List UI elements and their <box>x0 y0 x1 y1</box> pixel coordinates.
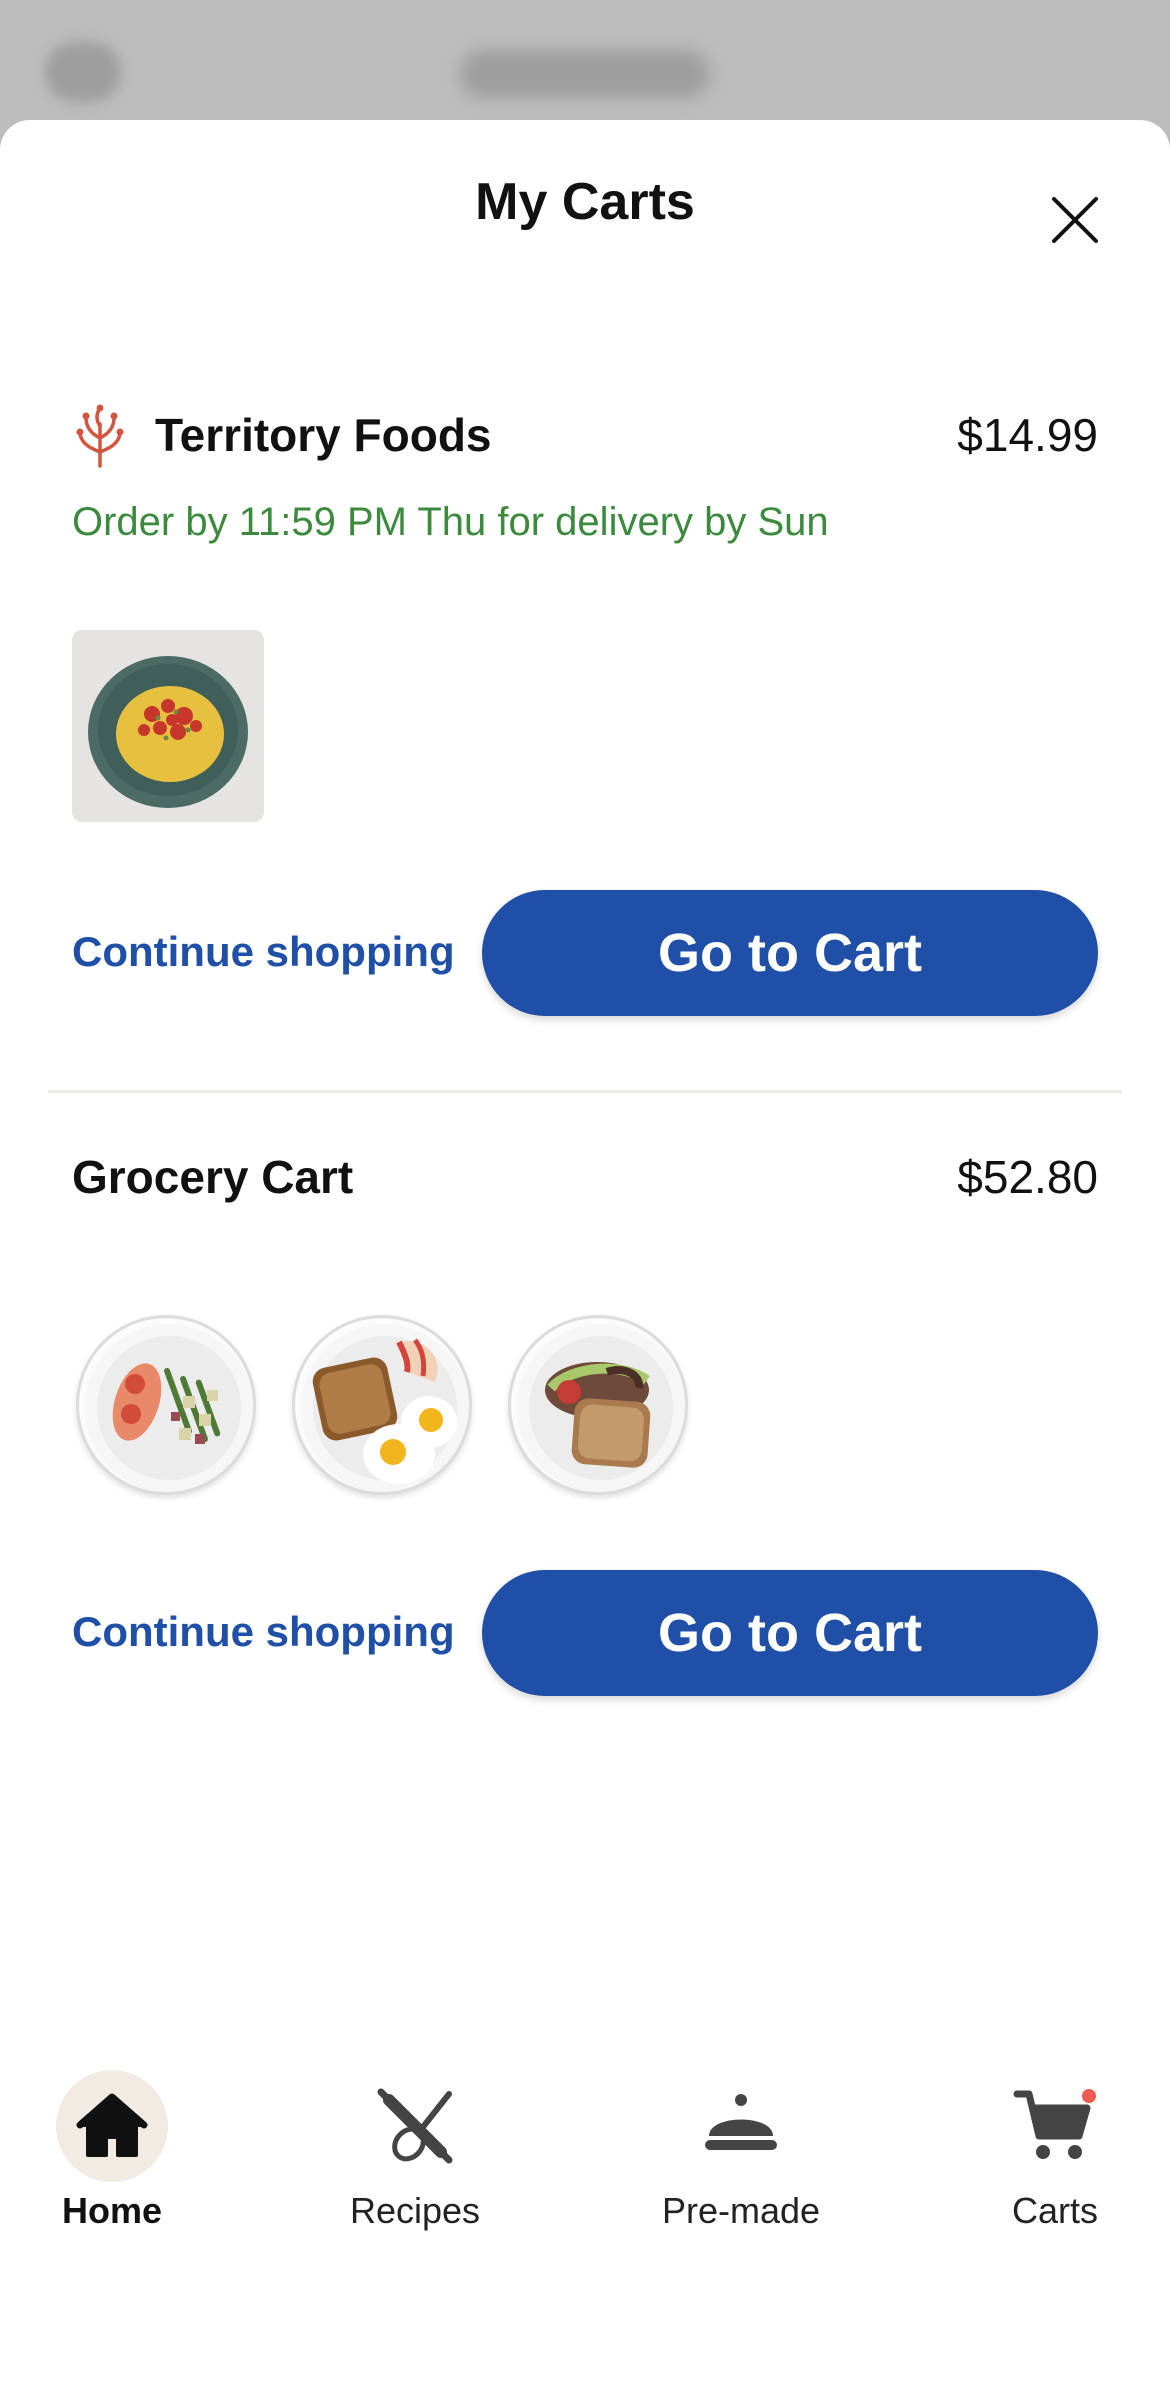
nav-label: Home <box>61 2190 163 2231</box>
cart-grocery: Grocery Cart $52.80 Continue shopping Go… <box>0 1150 1170 1696</box>
toast-eggs-apple-plate-image <box>301 1324 469 1492</box>
home-icon <box>76 2093 148 2157</box>
product-thumbnail[interactable] <box>292 1315 472 1495</box>
nav-label: Pre-made <box>661 2190 821 2231</box>
cart-total: $14.99 <box>957 409 1098 461</box>
nav-icon-container <box>999 2070 1111 2182</box>
nav-item-carts[interactable]: Carts <box>945 2070 1165 2240</box>
territory-foods-logo-icon <box>76 404 124 468</box>
sandwich-plate-image <box>517 1324 685 1492</box>
nav-item-recipes[interactable]: Recipes <box>305 2070 525 2240</box>
cart-header: Territory Foods $14.99 Order by 11:59 PM… <box>0 390 1170 544</box>
delivery-note: Order by 11:59 PM Thu for delivery by Su… <box>72 500 829 544</box>
cart-actions: Continue shopping Go to Cart <box>0 890 1170 1020</box>
nav-icon-container <box>56 2070 168 2182</box>
nav-item-home[interactable]: Home <box>2 2070 222 2240</box>
nav-item-pre-made[interactable]: Pre-made <box>631 2070 851 2240</box>
go-to-cart-button[interactable]: Go to Cart <box>482 1570 1098 1696</box>
bottom-nav: Home Recipes Pre-made Carts <box>0 2040 1170 2397</box>
product-thumbnail[interactable] <box>508 1315 688 1495</box>
continue-shopping-link[interactable]: Continue shopping <box>72 1608 455 1656</box>
rolling-pin-whisk-icon <box>377 2088 453 2164</box>
nav-icon-container <box>685 2070 797 2182</box>
blurred-menu-icon <box>45 42 121 102</box>
cart-divider <box>48 1090 1122 1093</box>
close-button[interactable] <box>1040 185 1110 255</box>
cart-total: $52.80 <box>957 1151 1098 1203</box>
sheet-title: My Carts <box>475 173 695 231</box>
cart-territory-foods: Territory Foods $14.99 Order by 11:59 PM… <box>0 390 1170 1016</box>
product-thumbnail[interactable] <box>72 630 264 822</box>
spaghetti-squash-bowl-image <box>72 630 264 822</box>
salmon-green-beans-plate-image <box>85 1324 253 1492</box>
continue-shopping-link[interactable]: Continue shopping <box>72 928 455 976</box>
cart-header: Grocery Cart $52.80 <box>0 1150 1170 1240</box>
nav-label: Recipes <box>349 2190 481 2231</box>
go-to-cart-button[interactable]: Go to Cart <box>482 890 1098 1016</box>
cart-actions: Continue shopping Go to Cart <box>0 1570 1170 1700</box>
vendor-name: Territory Foods <box>155 409 492 461</box>
vendor-name: Grocery Cart <box>72 1151 354 1203</box>
blurred-header-logo <box>460 50 710 98</box>
cloche-icon <box>705 2094 777 2150</box>
nav-icon-container <box>359 2070 471 2182</box>
cart-icon <box>1013 2089 1096 2159</box>
close-icon <box>1052 197 1098 243</box>
product-thumbnail[interactable] <box>76 1315 256 1495</box>
nav-label: Carts <box>1011 2190 1098 2231</box>
my-carts-sheet: My Carts Territory Foods $14.99 Order by… <box>0 120 1170 2397</box>
notification-badge <box>1082 2089 1096 2103</box>
